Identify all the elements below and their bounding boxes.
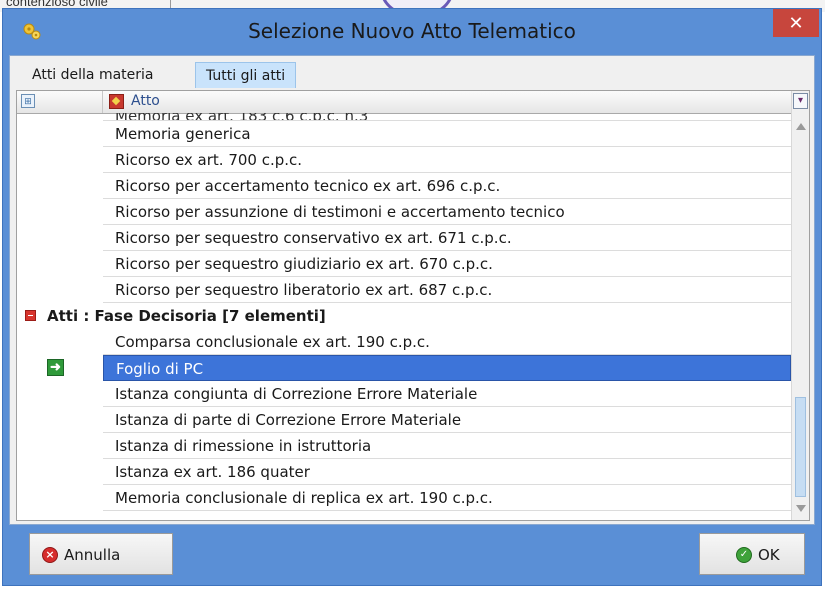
list-item-label: Foglio di PC: [103, 355, 791, 381]
list-item-label: Ricorso per sequestro conservativo ex ar…: [103, 225, 791, 251]
dialog-body: Atti della materia Tutti gli atti ⊞ Atto…: [9, 55, 815, 525]
column-chooser-icon: ⊞: [21, 94, 35, 108]
check-icon: ✓: [736, 547, 752, 563]
close-button[interactable]: ✕: [773, 9, 819, 37]
scroll-thumb[interactable]: [795, 397, 806, 497]
current-row-arrow-icon: ➜: [47, 359, 64, 376]
group-row-fase-decisoria[interactable]: Atti : Fase Decisoria [7 elementi]: [17, 303, 791, 329]
selection-dialog: Selezione Nuovo Atto Telematico ✕ Atti d…: [2, 8, 822, 586]
ok-button[interactable]: ✓ OK: [699, 533, 805, 575]
list-item-label: Ricorso ex art. 700 c.p.c.: [103, 147, 791, 173]
tab-tutti-gli-atti[interactable]: Tutti gli atti: [195, 62, 297, 88]
atti-grid: ⊞ Atto Memoria ex art. 183 c.6 c.p.c. n.…: [16, 90, 810, 521]
list-item[interactable]: Ricorso per sequestro conservativo ex ar…: [17, 225, 791, 251]
ok-button-label: OK: [758, 546, 780, 564]
list-item[interactable]: Istanza di parte di Correzione Errore Ma…: [17, 407, 791, 433]
title-bar[interactable]: Selezione Nuovo Atto Telematico ✕: [3, 9, 821, 55]
dialog-title: Selezione Nuovo Atto Telematico: [248, 19, 576, 43]
list-item-selected[interactable]: ➜ Foglio di PC: [17, 355, 791, 381]
cancel-button[interactable]: × Annulla: [29, 533, 173, 575]
list-item-label: Istanza di parte di Correzione Errore Ma…: [103, 407, 791, 433]
column-chooser[interactable]: ⊞: [17, 91, 103, 113]
list-item[interactable]: Ricorso per sequestro giudiziario ex art…: [17, 251, 791, 277]
list-item-label: Comparsa conclusionale ex art. 190 c.p.c…: [103, 329, 791, 355]
column-header-label: Atto: [131, 93, 160, 109]
list-item-label: Ricorso per sequestro liberatorio ex art…: [103, 277, 791, 303]
atto-column-icon: [109, 94, 124, 109]
close-icon: ✕: [788, 13, 804, 33]
cancel-icon: ×: [42, 547, 58, 563]
list-item-label: Ricorso per assunzione di testimoni e ac…: [103, 199, 791, 225]
list-item-label: Ricorso per sequestro giudiziario ex art…: [103, 251, 791, 277]
list-item[interactable]: Ricorso per accertamento tecnico ex art.…: [17, 173, 791, 199]
list-item-label: Istanza ex art. 186 quater: [103, 459, 791, 485]
list-item[interactable]: Istanza di rimessione in istruttoria: [17, 433, 791, 459]
group-label: Atti : Fase Decisoria [7 elementi]: [47, 307, 326, 325]
grid-header: ⊞ Atto: [17, 91, 791, 114]
list-item[interactable]: Ricorso per sequestro liberatorio ex art…: [17, 277, 791, 303]
list-item[interactable]: Ricorso ex art. 700 c.p.c.: [17, 147, 791, 173]
collapse-icon[interactable]: [25, 310, 36, 321]
button-bar: × Annulla ✓ OK: [9, 527, 815, 581]
list-item-label: Istanza congiunta di Correzione Errore M…: [103, 381, 791, 407]
list-item-label: Memoria conclusionale di replica ex art.…: [103, 485, 791, 511]
list-item-label: Memoria ex art. 183 c.6 c.p.c. n.3: [103, 113, 791, 121]
vertical-scrollbar[interactable]: ▾: [791, 91, 809, 520]
list-item-label: Istanza di rimessione in istruttoria: [103, 433, 791, 459]
list-item[interactable]: Memoria generica: [17, 121, 791, 147]
cancel-button-label: Annulla: [64, 546, 121, 564]
list-item[interactable]: Memoria conclusionale di replica ex art.…: [17, 485, 791, 511]
list-item[interactable]: Istanza congiunta di Correzione Errore M…: [17, 381, 791, 407]
grid-options-icon[interactable]: ▾: [793, 93, 808, 109]
scroll-down-icon[interactable]: [796, 505, 806, 512]
grid-rows: Memoria ex art. 183 c.6 c.p.c. n.3 Memor…: [17, 113, 791, 520]
list-item[interactable]: Istanza ex art. 186 quater: [17, 459, 791, 485]
list-item-label: Ricorso per accertamento tecnico ex art.…: [103, 173, 791, 199]
list-item[interactable]: Comparsa conclusionale ex art. 190 c.p.c…: [17, 329, 791, 355]
list-item[interactable]: Ricorso per assunzione di testimoni e ac…: [17, 199, 791, 225]
tab-atti-della-materia[interactable]: Atti della materia: [22, 62, 164, 88]
list-item-label: Memoria generica: [103, 121, 791, 147]
scroll-up-icon[interactable]: [796, 123, 806, 130]
